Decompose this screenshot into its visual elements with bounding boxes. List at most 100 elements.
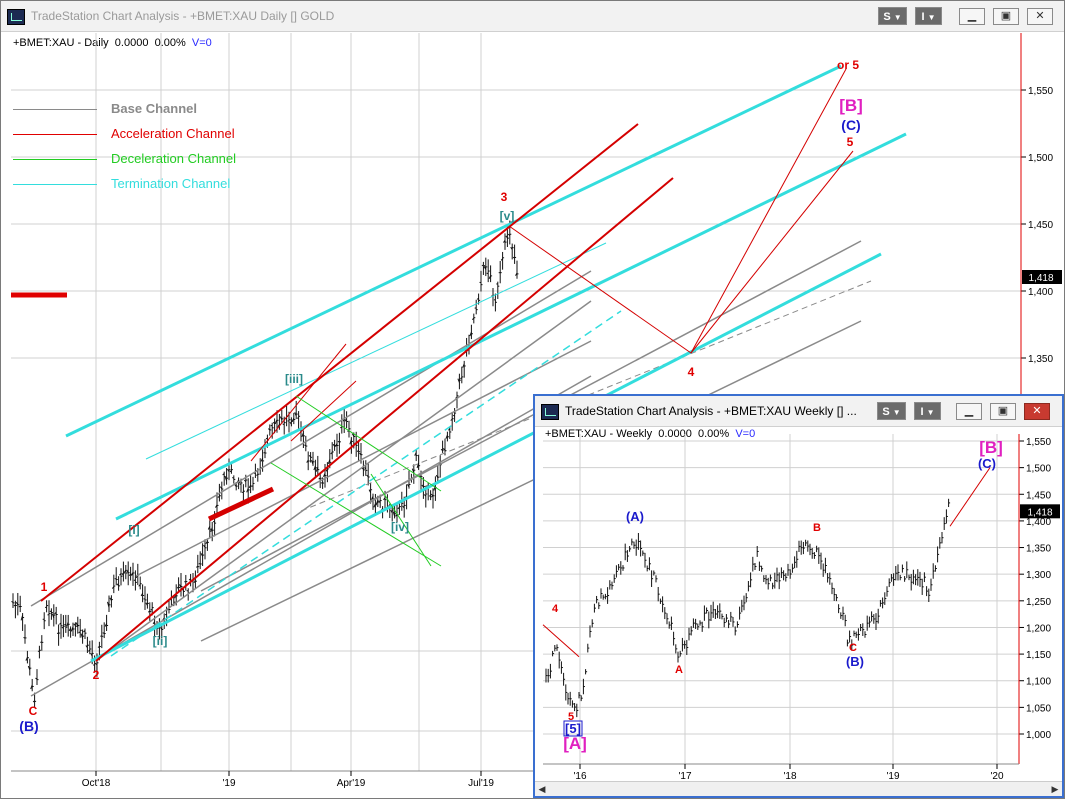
price-bar-open <box>56 632 59 635</box>
wave-4-projection-line <box>508 225 692 354</box>
price-bar-open <box>133 579 136 582</box>
wave-label: [i] <box>128 523 139 537</box>
x-axis-tick-label: '19 <box>222 778 235 789</box>
weekly-chart-window: TradeStation Chart Analysis - +BMET:XAU … <box>533 394 1064 798</box>
legend-line <box>13 134 97 135</box>
y-axis-tick-label: 1,350 <box>1028 354 1053 365</box>
i-dropdown-button[interactable]: I ▼ <box>914 402 941 420</box>
wave-5-projection-line <box>690 150 854 354</box>
scroll-left-icon[interactable]: ◀ <box>535 782 549 796</box>
y-axis-tick-label: 1,500 <box>1028 153 1053 164</box>
maximize-button[interactable]: ▣ <box>990 403 1016 420</box>
legend-label: Base Channel <box>111 101 197 116</box>
legend-label: Acceleration Channel <box>111 126 235 141</box>
wave-label: [v] <box>500 209 515 223</box>
s-button-label: S <box>882 406 890 418</box>
weekly-window-title: TradeStation Chart Analysis - +BMET:XAU … <box>565 404 857 418</box>
price-bar-open <box>474 307 477 309</box>
price-bar-open <box>102 632 105 634</box>
weekly-title-bar[interactable]: TradeStation Chart Analysis - +BMET:XAU … <box>535 396 1062 427</box>
y-axis-tick-label: 1,450 <box>1026 490 1051 501</box>
base-channel-line <box>95 300 592 662</box>
dropdown-arrow-icon: ▼ <box>893 13 902 22</box>
weekly-price-chart[interactable]: 1,550 1,500 1,450 1,400 1,350 1,300 1,250 1,200… <box>535 426 1062 782</box>
dropdown-arrow-icon: ▼ <box>892 408 901 417</box>
i-button-label: I <box>921 11 925 23</box>
dropdown-arrow-icon: ▼ <box>927 13 936 22</box>
y-axis-tick-label: 1,100 <box>1026 677 1051 688</box>
wave-label: (B) <box>846 654 864 669</box>
main-window-title: TradeStation Chart Analysis - +BMET:XAU … <box>31 9 335 23</box>
wave-label: C <box>849 642 857 654</box>
minimize-icon: ▁ <box>964 405 974 417</box>
price-bar-open <box>23 636 26 639</box>
minimize-icon: ▁ <box>967 10 977 22</box>
maximize-button[interactable]: ▣ <box>993 8 1019 25</box>
price-bar-open <box>47 613 50 616</box>
wave-label: 4 <box>552 603 559 615</box>
legend-line <box>13 184 97 185</box>
price-bar-open <box>92 664 95 666</box>
minimize-button[interactable]: ▁ <box>959 8 985 25</box>
y-axis-tick-label: 1,050 <box>1026 703 1051 714</box>
tradestation-app-icon <box>7 9 25 25</box>
base-channel-line <box>135 340 592 577</box>
s-dropdown-button[interactable]: S ▼ <box>877 402 906 420</box>
wave-label: C <box>29 704 38 718</box>
y-axis-tick-label: 1,550 <box>1028 86 1053 97</box>
minimize-button[interactable]: ▁ <box>956 403 982 420</box>
wave-label: [B] <box>839 96 863 115</box>
price-bar-open <box>232 477 235 479</box>
wave-label: [iii] <box>285 372 303 386</box>
price-bar-open <box>361 467 364 470</box>
y-axis-tick-label: 1,150 <box>1026 650 1051 661</box>
y-axis-tick-label: 1,300 <box>1026 570 1051 581</box>
y-axis-tick-label: 1,000 <box>1026 730 1051 741</box>
y-axis-tick-label: 1,500 <box>1026 464 1051 475</box>
price-bar-open <box>452 414 455 417</box>
legend-line <box>13 109 97 110</box>
wave-label: 4 <box>688 365 695 379</box>
i-dropdown-button[interactable]: I ▼ <box>915 7 942 25</box>
wave-label: (C) <box>978 456 996 471</box>
x-axis-tick-label: Apr'19 <box>337 778 366 789</box>
wave-label: [ii] <box>153 634 168 648</box>
main-title-bar[interactable]: TradeStation Chart Analysis - +BMET:XAU … <box>1 1 1064 32</box>
wave-label: 2 <box>93 668 100 682</box>
acceleration-channel-line <box>290 380 357 442</box>
x-axis-tick-label: Jul'19 <box>468 778 494 789</box>
restore-icon: ▣ <box>997 405 1009 417</box>
wave-label: [iv] <box>391 520 409 534</box>
close-button[interactable]: ✕ <box>1024 403 1050 420</box>
wave-label: B <box>813 522 821 534</box>
wave-label: (C) <box>841 117 860 133</box>
price-bar-open <box>481 264 484 267</box>
close-button[interactable]: ✕ <box>1027 8 1053 25</box>
wave-label: A <box>675 664 683 676</box>
legend-label: Deceleration Channel <box>111 151 237 166</box>
wave-label: (A) <box>626 509 644 524</box>
wave-label: (B) <box>19 718 38 734</box>
wave-label: 3 <box>501 190 508 204</box>
y-axis-tick-label: 1,200 <box>1026 623 1051 634</box>
scroll-right-icon[interactable]: ▶ <box>1048 782 1062 796</box>
wave-4-channel-line <box>542 624 580 658</box>
wave-c-projection-line <box>949 467 991 527</box>
legend-line <box>13 159 97 160</box>
price-bar-open <box>320 482 323 484</box>
close-icon: ✕ <box>1032 405 1042 417</box>
tradestation-app-icon <box>541 404 559 420</box>
wave-label: or 5 <box>837 58 859 72</box>
close-icon: ✕ <box>1035 10 1045 22</box>
horizontal-scrollbar[interactable]: ◀ ▶ <box>535 781 1062 796</box>
price-bar-open <box>229 470 232 473</box>
wave-label: [A] <box>563 734 587 753</box>
y-axis-tick-label: 1,400 <box>1026 517 1051 528</box>
s-dropdown-button[interactable]: S ▼ <box>878 7 907 25</box>
y-axis-tick-label: 1,400 <box>1028 287 1053 298</box>
price-bar-open <box>44 606 47 609</box>
wave-label: [B] <box>979 438 1003 457</box>
last-price-tag-label: 1,418 <box>1028 273 1053 284</box>
y-axis-tick-label: 1,250 <box>1026 597 1051 608</box>
legend-label: Termination Channel <box>111 176 231 191</box>
